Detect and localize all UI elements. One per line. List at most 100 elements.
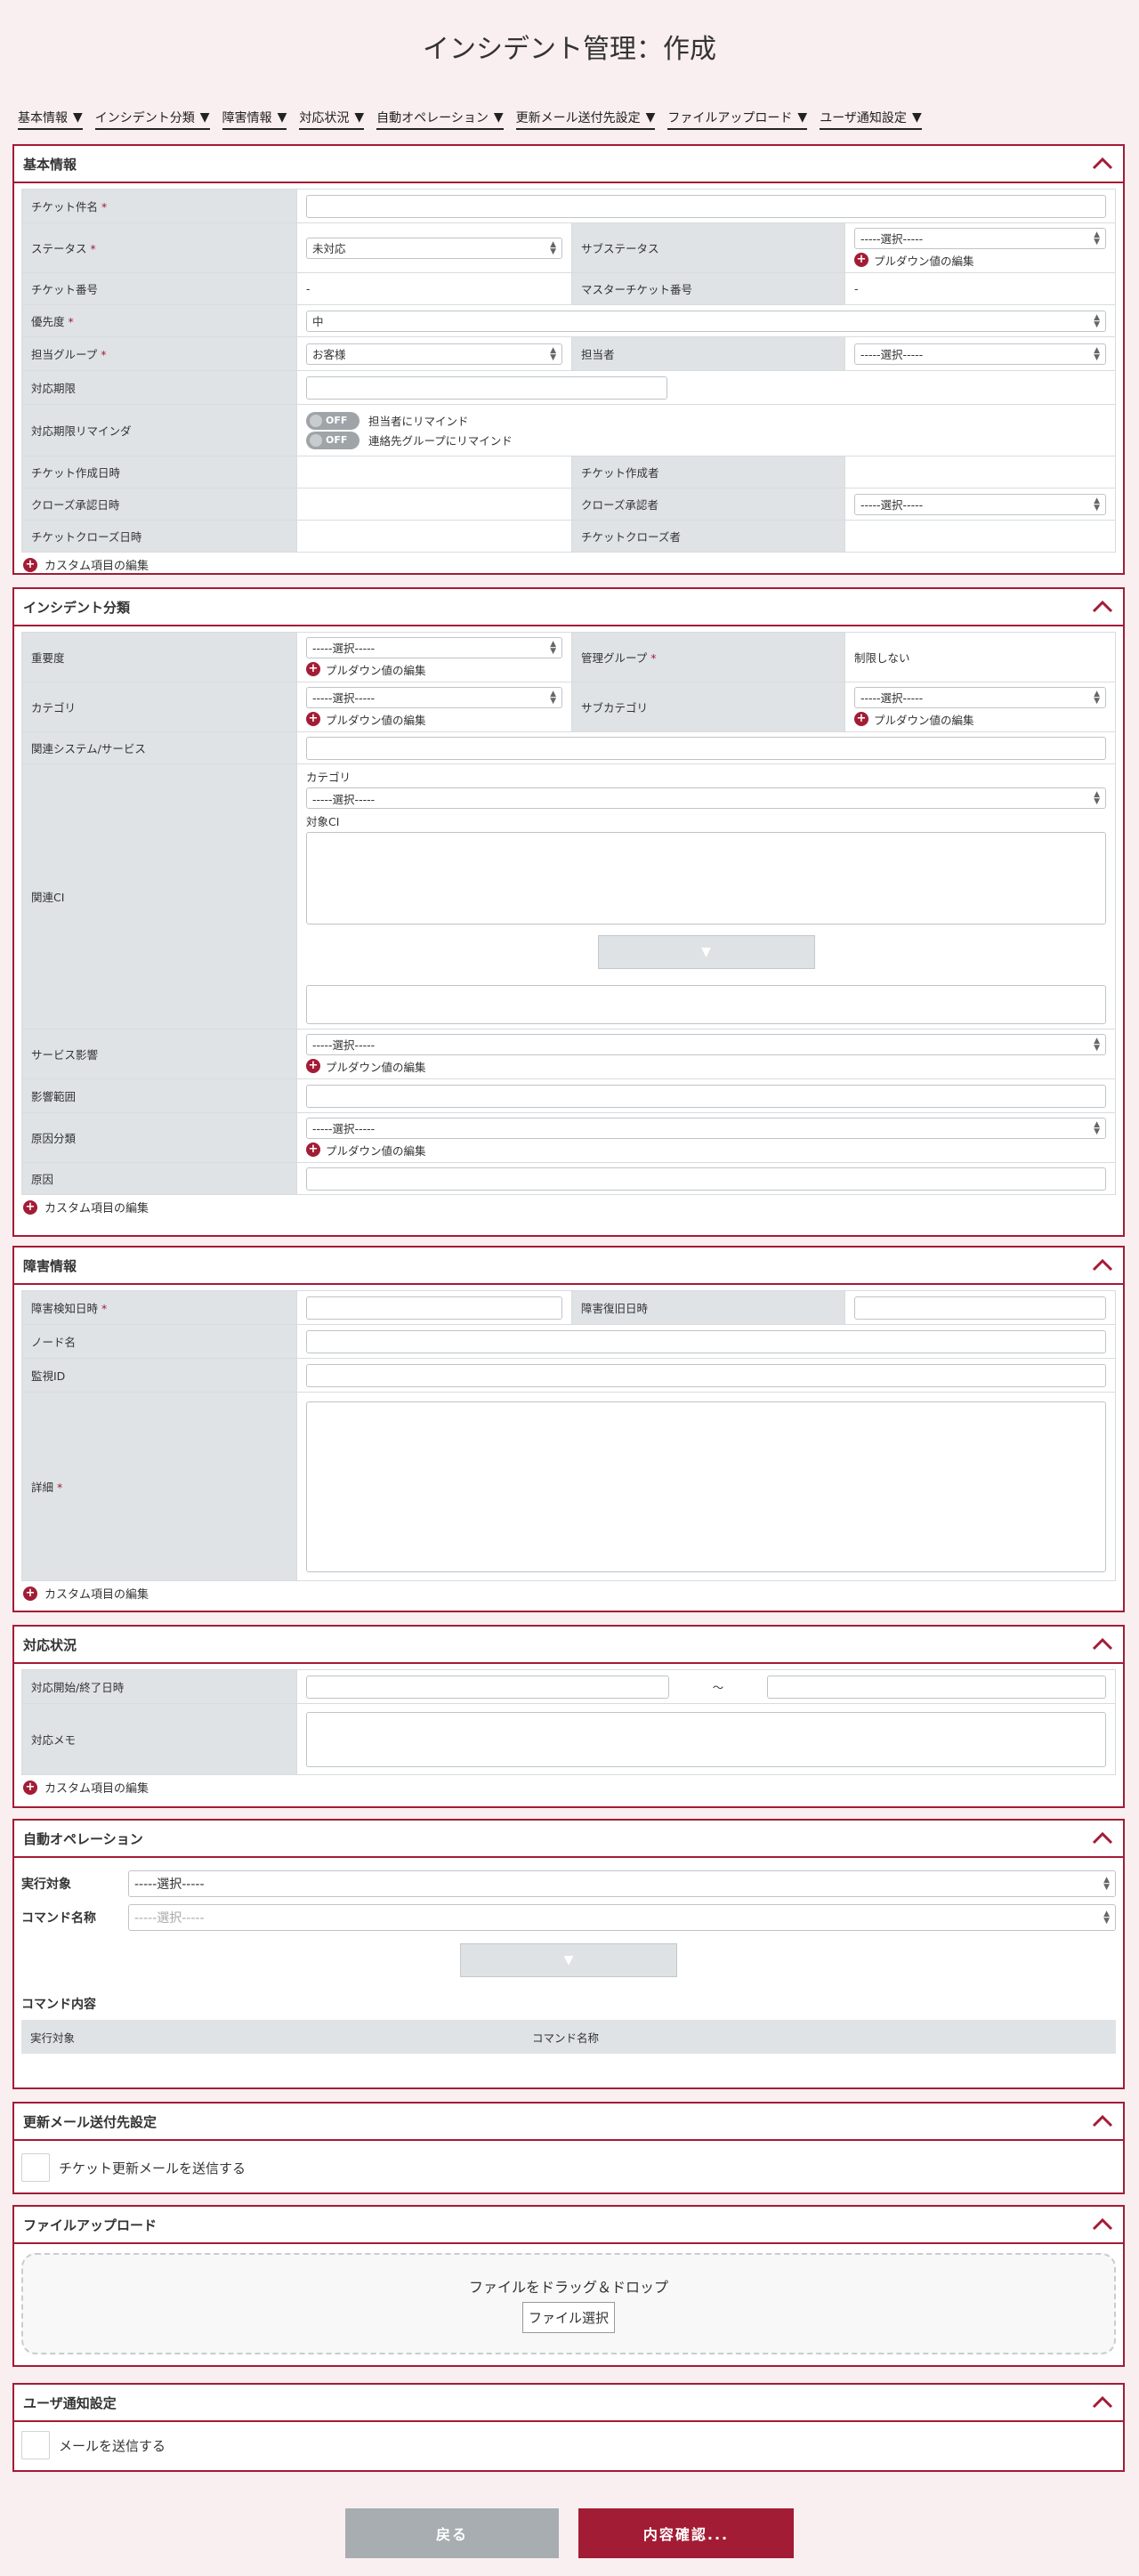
ci-category-select[interactable]: -----選択----- ▲ ▼ <box>306 787 1106 809</box>
panel-mail: 更新メール送付先設定 チケット更新メールを送信する <box>12 2102 1125 2194</box>
panel-header[interactable]: 基本情報 <box>14 146 1123 183</box>
severity-select[interactable]: -----選択----- ▲ ▼ <box>306 636 562 658</box>
panel-notify: ユーザ通知設定 メールを送信する <box>12 2383 1125 2472</box>
chevron-up-icon[interactable] <box>1091 2216 1114 2233</box>
panel-header[interactable]: 障害情報 <box>14 1248 1123 1285</box>
plus-icon: + <box>854 712 868 726</box>
custom-edit-link[interactable]: + カスタム項目の編集 <box>14 1775 1123 1801</box>
group-select[interactable]: お客様 ▲ ▼ <box>306 343 562 365</box>
sub-category-select[interactable]: -----選択----- ▲ ▼ <box>854 686 1106 708</box>
plus-icon: + <box>23 1199 37 1215</box>
detected-at-input[interactable] <box>306 1296 562 1320</box>
triangle-down-icon: ▼ <box>199 110 210 125</box>
triangle-down-icon: ▼ <box>797 110 808 125</box>
chevron-up-icon[interactable] <box>1091 1829 1114 1847</box>
deadline-input[interactable] <box>306 375 667 400</box>
detail-textarea[interactable] <box>306 1401 1106 1572</box>
exec-target-select[interactable]: -----選択----- ▲ ▼ <box>128 1870 1116 1897</box>
custom-edit-link[interactable]: + カスタム項目の編集 <box>14 1195 1123 1221</box>
panel-upload: ファイルアップロード ファイルをドラッグ＆ドロップ ファイル選択 <box>12 2205 1125 2367</box>
plus-icon: + <box>306 1059 320 1073</box>
panel-header[interactable]: 更新メール送付先設定 <box>14 2104 1123 2141</box>
cause-class-select[interactable]: -----選択----- ▲ ▼ <box>306 1117 1106 1139</box>
command-select[interactable]: -----選択----- ▲ ▼ <box>128 1904 1116 1931</box>
custom-edit-link[interactable]: + カスタム項目の編集 <box>14 1581 1123 1607</box>
plus-icon: + <box>306 662 320 676</box>
pulldown-edit-link[interactable]: + プルダウン値の編集 <box>306 1142 1106 1159</box>
panel-header[interactable]: ユーザ通知設定 <box>14 2385 1123 2422</box>
remind-assignee-toggle[interactable]: OFF <box>306 411 359 430</box>
pulldown-edit-link[interactable]: + プルダウン値の編集 <box>306 711 562 728</box>
end-date-input[interactable] <box>767 1675 1106 1699</box>
confirm-button[interactable]: 内容確認... <box>578 2508 794 2558</box>
chevron-up-icon[interactable] <box>1091 598 1114 616</box>
recovered-at-input[interactable] <box>854 1296 1106 1320</box>
status-select[interactable]: 未対応 ▲ ▼ <box>306 237 562 259</box>
pulldown-edit-link[interactable]: + プルダウン値の編集 <box>854 252 1106 269</box>
chevron-up-icon[interactable] <box>1091 1635 1114 1653</box>
nav-failure[interactable]: 障害情報 ▼ <box>222 109 287 130</box>
chevron-up-icon[interactable] <box>1091 155 1114 173</box>
assignee-select[interactable]: -----選択----- ▲ ▼ <box>854 343 1106 365</box>
chevron-up-icon[interactable] <box>1091 2394 1114 2411</box>
panel-failure: 障害情報 障害検知日時 * 障害復旧日時 ノード名 監視ID 詳細 * + カスタム項目… <box>12 1246 1125 1612</box>
plus-icon: + <box>306 712 320 726</box>
plus-icon: + <box>23 1780 37 1795</box>
nav-auto-op[interactable]: 自動オペレーション ▼ <box>376 109 504 130</box>
ticket-name-input[interactable] <box>306 194 1106 218</box>
caret-down-icon: ▼ <box>563 1953 574 1967</box>
triangle-down-icon: ▼ <box>911 110 922 125</box>
service-impact-select[interactable]: -----選択----- ▲ ▼ <box>306 1033 1106 1055</box>
add-ci-button[interactable]: ▼ <box>597 935 815 969</box>
panel-header[interactable]: 自動オペレーション <box>14 1821 1123 1858</box>
triangle-down-icon: ▼ <box>277 110 287 125</box>
nav-basic[interactable]: 基本情報 ▼ <box>18 109 83 130</box>
target-ci-listbox[interactable] <box>306 832 1106 925</box>
pulldown-edit-link[interactable]: + プルダウン値の編集 <box>306 1058 1106 1075</box>
close-approver-select[interactable]: -----選択----- ▲ ▼ <box>854 493 1106 515</box>
file-select-button[interactable]: ファイル選択 <box>521 2301 615 2333</box>
triangle-down-icon: ▼ <box>73 110 83 125</box>
file-drop-zone[interactable]: ファイルをドラッグ＆ドロップ ファイル選択 <box>21 2253 1116 2354</box>
caret-down-icon: ▼ <box>701 945 711 959</box>
selected-ci-textarea[interactable] <box>306 985 1106 1024</box>
priority-select[interactable]: 中 ▲ ▼ <box>306 310 1106 332</box>
remind-contact-toggle[interactable]: OFF <box>306 431 359 449</box>
plus-icon: + <box>306 1143 320 1157</box>
panel-response: 対応状況 対応開始/終了日時～ 対応メモ + カスタム項目の編集 <box>12 1625 1125 1808</box>
add-command-button[interactable]: ▼ <box>460 1943 677 1977</box>
send-update-mail-checkbox[interactable] <box>21 2153 50 2182</box>
panel-header[interactable]: ファイルアップロード <box>14 2207 1123 2244</box>
plus-icon: + <box>23 1586 37 1601</box>
pulldown-edit-link[interactable]: + プルダウン値の編集 <box>306 661 562 678</box>
node-input[interactable] <box>306 1329 1106 1353</box>
custom-edit-link[interactable]: + カスタム項目の編集 <box>14 553 1123 578</box>
nav-upload[interactable]: ファイルアップロード ▼ <box>667 109 808 130</box>
plus-icon: + <box>854 253 868 267</box>
panel-classification: インシデント分類 重要度 -----選択----- ▲ ▼ + プルダウン値の編集 管理グル… <box>12 587 1125 1237</box>
nav-response[interactable]: 対応状況 ▼ <box>299 109 365 130</box>
impact-scope-input[interactable] <box>306 1084 1106 1108</box>
chevron-up-icon[interactable] <box>1091 2112 1114 2130</box>
monitor-id-input[interactable] <box>306 1363 1106 1387</box>
panel-header[interactable]: 対応状況 <box>14 1627 1123 1664</box>
send-mail-checkbox[interactable] <box>21 2431 50 2459</box>
pulldown-edit-link[interactable]: + プルダウン値の編集 <box>854 711 1106 728</box>
nav-mail[interactable]: 更新メール送付先設定 ▼ <box>515 109 656 130</box>
nav-classification[interactable]: インシデント分類 ▼ <box>94 109 210 130</box>
nav-notify[interactable]: ユーザ通知設定 ▼ <box>820 109 922 130</box>
triangle-down-icon: ▼ <box>354 110 365 125</box>
panel-header[interactable]: インシデント分類 <box>14 589 1123 626</box>
panel-auto-op: 自動オペレーション 実行対象 -----選択----- ▲ ▼ コマンド名称 -----… <box>12 1819 1125 2089</box>
chevron-up-icon[interactable] <box>1091 1256 1114 1274</box>
sub-status-select[interactable]: -----選択----- ▲ ▼ <box>854 227 1106 249</box>
start-date-input[interactable] <box>306 1675 669 1699</box>
panel-basic: 基本情報 チケット件名 * ステータス * 未対応 ▲ ▼ サブステータス -----選択--… <box>12 144 1125 575</box>
memo-textarea[interactable] <box>306 1711 1106 1767</box>
related-system-input[interactable] <box>306 736 1106 760</box>
category-select[interactable]: -----選択----- ▲ ▼ <box>306 686 562 708</box>
cause-input[interactable] <box>306 1167 1106 1191</box>
back-button[interactable]: 戻る <box>345 2508 559 2558</box>
command-table-header: 実行対象 コマンド名称 <box>21 2020 1116 2054</box>
triangle-down-icon: ▼ <box>493 110 504 125</box>
